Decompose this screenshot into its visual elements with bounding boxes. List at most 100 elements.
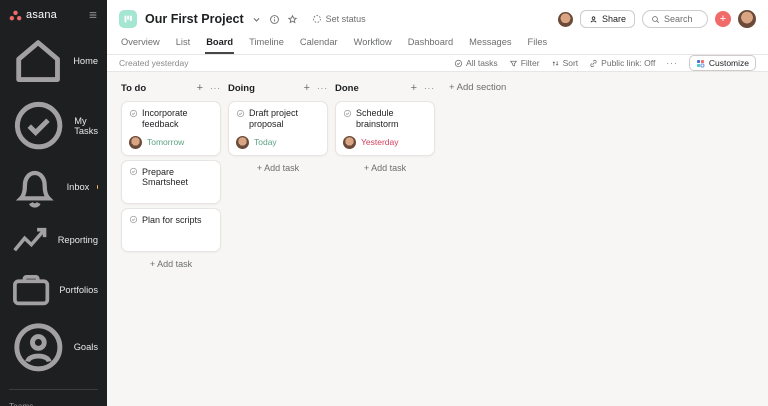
sort-button[interactable]: Sort: [551, 58, 579, 68]
add-section-button[interactable]: + Add section: [449, 80, 506, 93]
create-button[interactable]: +: [715, 11, 731, 27]
add-task-icon[interactable]: +: [411, 83, 417, 94]
add-task-icon[interactable]: +: [197, 83, 203, 94]
task-meta: Tomorrow: [129, 136, 213, 149]
info-icon[interactable]: [269, 14, 280, 25]
person-icon: [589, 15, 598, 24]
title-row: Our First Project Set status: [119, 6, 756, 32]
sidebar-item-label: My Tasks: [74, 116, 98, 136]
all-tasks-filter-button[interactable]: All tasks: [454, 58, 498, 68]
task-meta: Today: [236, 136, 320, 149]
chevron-down-icon[interactable]: [251, 14, 262, 25]
due-date: Yesterday: [361, 137, 399, 147]
project-header: Our First Project Set status: [107, 0, 768, 55]
search-input[interactable]: [664, 14, 699, 24]
main-area: Our First Project Set status: [107, 0, 768, 406]
collaborator-avatar[interactable]: [558, 12, 573, 27]
task-card[interactable]: Incorporate feedback Tomorrow: [121, 101, 221, 156]
sort-icon: [551, 59, 560, 68]
check-circle-icon: [9, 96, 68, 155]
task-card[interactable]: Schedule brainstorm Yesterday: [335, 101, 435, 156]
check-circle-icon: [129, 215, 138, 224]
tab-files[interactable]: Files: [527, 34, 549, 54]
sidebar-item-my-tasks[interactable]: My Tasks: [0, 93, 107, 158]
column-more-icon[interactable]: ···: [317, 84, 328, 93]
board-column-doing: Doing+···Draft project proposalToday+ Ad…: [228, 80, 328, 173]
created-label: Created yesterday: [119, 58, 188, 68]
sidebar-header: asana: [0, 0, 107, 29]
sidebar-item-label: Home: [73, 56, 98, 66]
tab-overview[interactable]: Overview: [120, 34, 161, 54]
tab-dashboard[interactable]: Dashboard: [407, 34, 454, 54]
link-icon: [589, 59, 598, 68]
column-more-icon[interactable]: ···: [424, 84, 435, 93]
filter-button[interactable]: Filter: [509, 58, 540, 68]
task-title-row: Schedule brainstorm: [343, 108, 427, 130]
set-status-button[interactable]: Set status: [312, 14, 366, 24]
task-title-row: Draft project proposal: [236, 108, 320, 130]
search-box[interactable]: [642, 10, 708, 28]
set-status-label: Set status: [326, 14, 366, 24]
add-task-button[interactable]: + Add task: [228, 163, 328, 173]
sidebar-item-label: Goals: [74, 342, 98, 352]
project-icon[interactable]: [119, 10, 137, 28]
add-task-button[interactable]: + Add task: [335, 163, 435, 173]
sidebar-item-reporting[interactable]: Reporting: [0, 216, 107, 265]
sidebar-item-inbox[interactable]: Inbox: [0, 158, 107, 216]
task-card[interactable]: Draft project proposal Today: [228, 101, 328, 156]
task-title-row: Incorporate feedback: [129, 108, 213, 130]
public-link-button[interactable]: Public link: Off: [589, 58, 655, 68]
sidebar-item-label: Reporting: [58, 235, 98, 245]
task-title: Prepare Smartsheet: [142, 167, 213, 189]
sidebar-toggle-icon[interactable]: [88, 10, 98, 20]
user-avatar[interactable]: [738, 10, 756, 28]
customize-button[interactable]: Customize: [689, 55, 756, 71]
notification-dot: [97, 185, 98, 189]
sidebar-item-home[interactable]: Home: [0, 29, 107, 93]
goal-icon: [9, 318, 68, 377]
task-title: Draft project proposal: [249, 108, 320, 130]
toolbar: Created yesterday All tasks Filter: [107, 55, 768, 72]
portfolio-icon: [9, 268, 53, 312]
column-more-icon[interactable]: ···: [210, 84, 221, 93]
due-date: Tomorrow: [147, 137, 184, 147]
check-circle-icon: [343, 109, 352, 118]
task-card[interactable]: Plan for scripts: [121, 208, 221, 252]
add-task-icon[interactable]: +: [304, 83, 310, 94]
sidebar-item-label: Portfolios: [59, 285, 98, 295]
assignee-avatar[interactable]: [129, 136, 142, 149]
task-title: Incorporate feedback: [142, 108, 213, 130]
chart-icon: [9, 219, 52, 262]
check-circle-icon: [454, 59, 463, 68]
board-column-to-do: To do+···Incorporate feedbackTomorrowPre…: [121, 80, 221, 269]
task-title: Schedule brainstorm: [356, 108, 427, 130]
sidebar-item-goals[interactable]: Goals: [0, 315, 107, 380]
share-label: Share: [602, 14, 626, 24]
add-task-button[interactable]: + Add task: [121, 259, 221, 269]
sidebar-item-portfolios[interactable]: Portfolios: [0, 265, 107, 315]
tab-list[interactable]: List: [175, 34, 191, 54]
task-card[interactable]: Prepare Smartsheet: [121, 160, 221, 204]
customize-grid-icon: [696, 59, 705, 68]
toolbar-more-icon[interactable]: ···: [666, 58, 678, 68]
header-actions: Share +: [558, 10, 756, 28]
tab-board[interactable]: Board: [205, 34, 234, 54]
assignee-avatar[interactable]: [343, 136, 356, 149]
tab-workflow[interactable]: Workflow: [353, 34, 393, 54]
tab-calendar[interactable]: Calendar: [299, 34, 339, 54]
column-title: Done: [335, 83, 359, 94]
asana-logo-icon: [9, 10, 22, 21]
asana-logo[interactable]: asana: [9, 9, 57, 21]
search-icon: [651, 15, 660, 24]
card-list: Incorporate feedback Tomorrow Prepare Smar…: [121, 101, 221, 252]
board: To do+···Incorporate feedbackTomorrowPre…: [107, 72, 768, 406]
tab-messages[interactable]: Messages: [468, 34, 512, 54]
sidebar-item-label: Inbox: [67, 182, 90, 192]
column-header: Done + ···: [335, 80, 435, 96]
star-icon[interactable]: [287, 14, 298, 25]
share-button[interactable]: Share: [580, 10, 635, 28]
tab-timeline[interactable]: Timeline: [248, 34, 285, 54]
assignee-avatar[interactable]: [236, 136, 249, 149]
task-meta: Yesterday: [343, 136, 427, 149]
check-circle-icon: [129, 167, 138, 176]
